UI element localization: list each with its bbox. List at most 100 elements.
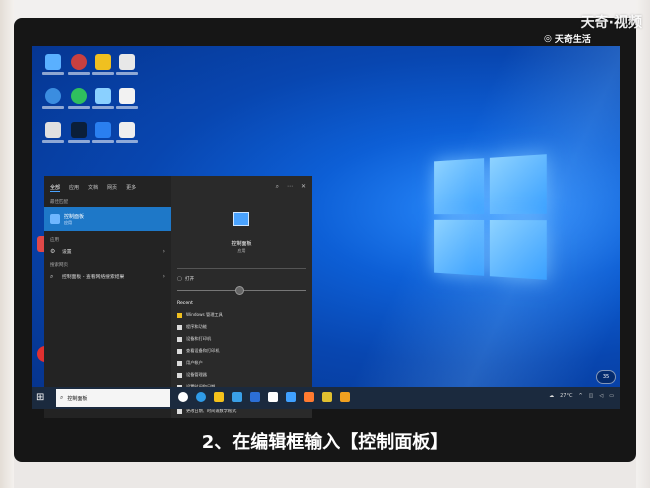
apps-item-label: 设置	[62, 249, 72, 255]
folder-icon	[177, 312, 182, 318]
shield-icon	[95, 122, 111, 138]
tab-web[interactable]: 网页	[107, 184, 117, 192]
desktop-icon[interactable]	[116, 122, 138, 143]
notification-icon[interactable]: ▭	[609, 393, 614, 399]
desktop-icon[interactable]	[92, 54, 114, 75]
network-icon	[45, 88, 61, 104]
desktop-icon[interactable]	[92, 122, 114, 143]
windows-logo	[434, 154, 547, 280]
recent-item[interactable]: 查看设备和打印机	[177, 348, 220, 354]
file-icon	[119, 122, 135, 138]
more-options-icon[interactable]: ⋯	[287, 183, 293, 191]
desktop-icon[interactable]	[68, 88, 90, 109]
recent-item[interactable]: 程序和功能	[177, 324, 207, 330]
tray-chevron-icon[interactable]: ^	[578, 393, 582, 399]
weather-icon[interactable]: ☁	[549, 393, 554, 399]
network-icon[interactable]: ◫	[589, 393, 594, 399]
preview-title: 控制面板	[231, 241, 252, 247]
app-icon[interactable]	[268, 392, 278, 402]
file-explorer-icon[interactable]	[214, 392, 224, 402]
open-action[interactable]: 打开	[185, 276, 194, 282]
logo-mark-icon: ◎	[544, 33, 552, 44]
app-icon	[71, 54, 87, 70]
recent-item[interactable]: 用户帐户	[177, 360, 203, 366]
preview-subtitle: 应用	[237, 248, 246, 253]
app-icon[interactable]	[340, 392, 350, 402]
close-icon[interactable]: ✕	[301, 183, 306, 191]
brand-logo: ◎ 天奇生活	[544, 32, 591, 46]
windows-start-icon[interactable]: ⊞	[36, 392, 44, 404]
web-search-label: 控制面板 - 查看网络搜索结果	[62, 274, 125, 280]
chat-icon	[71, 88, 87, 104]
windows-logo-pane	[434, 158, 485, 215]
recent-item[interactable]: 设备管理器	[177, 372, 207, 378]
app-icon[interactable]	[304, 392, 314, 402]
temperature-label: 27°C	[560, 393, 573, 399]
desktop-icon[interactable]	[92, 88, 114, 109]
control-panel-large-icon	[233, 212, 249, 226]
chevron-right-icon: ›	[162, 272, 165, 280]
taskbar-search-box[interactable]: ⌕ 控制面板	[56, 389, 170, 407]
desktop-icon[interactable]	[42, 88, 64, 109]
desktop-icon[interactable]	[68, 122, 90, 143]
search-input-value: 控制面板	[67, 395, 88, 402]
start-menu-search-panel: 全部 应用 文档 网页 更多 最佳匹配 控制面板 应用 应用 ⚙ 设置 › 搜索…	[44, 176, 312, 418]
wall-left	[0, 0, 14, 488]
taskbar-apps	[178, 392, 350, 402]
top-watermark: 天奇·视频	[580, 15, 642, 31]
region-icon	[177, 408, 182, 414]
desktop-icon[interactable]	[42, 54, 64, 75]
edge-icon[interactable]	[196, 392, 206, 402]
recycle-bin-icon	[45, 122, 61, 138]
desktop-icon[interactable]	[68, 54, 90, 75]
file-icon	[119, 54, 135, 70]
tab-more[interactable]: 更多	[126, 184, 136, 192]
gear-icon: ⚙	[50, 247, 56, 255]
taskbar: ⊞ ⌕ 控制面板 ☁ 27°C ^ ◫ ◁ ▭	[32, 387, 620, 409]
chevron-right-icon: ›	[162, 247, 165, 255]
control-panel-icon	[50, 214, 60, 224]
search-tabs: 全部 应用 文档 网页 更多	[50, 184, 136, 192]
recent-item[interactable]: 设备和打印机	[177, 336, 211, 342]
app-icon[interactable]	[322, 392, 332, 402]
printer-icon	[177, 348, 182, 354]
best-match-title: 控制面板	[64, 214, 85, 220]
web-heading: 搜索网页	[50, 263, 68, 268]
best-match-heading: 最佳匹配	[50, 200, 68, 205]
folder-icon	[95, 54, 111, 70]
wall-right	[636, 0, 650, 488]
recent-item[interactable]: Windows 管理工具	[177, 312, 223, 318]
search-icon: ⌕	[50, 272, 54, 280]
divider	[177, 268, 306, 269]
scroll-knob[interactable]	[235, 286, 244, 295]
store-icon[interactable]	[232, 392, 242, 402]
search-results-list: 全部 应用 文档 网页 更多 最佳匹配 控制面板 应用 应用 ⚙ 设置 › 搜索…	[44, 176, 171, 418]
volume-icon[interactable]: ◁	[599, 393, 603, 399]
app-icon	[95, 88, 111, 104]
user-icon	[177, 360, 182, 366]
result-preview-pane: ⌕ ⋯ ✕ 控制面板 应用 ▢ 打开 Recent Windows 管理工具 程…	[171, 176, 312, 418]
apps-heading: 应用	[50, 238, 59, 243]
monitor: 全部 应用 文档 网页 更多 最佳匹配 控制面板 应用 应用 ⚙ 设置 › 搜索…	[14, 18, 636, 462]
tab-all[interactable]: 全部	[50, 184, 61, 192]
desktop-icon[interactable]	[42, 122, 64, 143]
desktop-icon[interactable]	[116, 54, 138, 75]
task-view-icon[interactable]	[178, 392, 188, 402]
best-match-item[interactable]: 控制面板 应用	[44, 207, 171, 231]
web-search-item[interactable]: ⌕ 控制面板 - 查看网络搜索结果 ›	[44, 270, 171, 282]
best-match-subtitle: 应用	[64, 220, 72, 225]
desktop-icon[interactable]	[116, 88, 138, 109]
mail-icon[interactable]	[250, 392, 260, 402]
logo-text: 天奇生活	[554, 35, 591, 45]
windows-logo-pane	[489, 154, 547, 214]
step-caption: 2、在编辑框输入【控制面板】	[201, 432, 449, 453]
apps-item-settings[interactable]: ⚙ 设置 ›	[44, 245, 171, 257]
device-icon	[177, 372, 182, 378]
tab-apps[interactable]: 应用	[69, 184, 79, 192]
tab-documents[interactable]: 文档	[88, 184, 98, 192]
app-icon[interactable]	[286, 392, 296, 402]
feedback-icon[interactable]: ⌕	[276, 183, 279, 191]
recent-heading: Recent	[177, 301, 193, 306]
settings-icon	[177, 324, 182, 330]
windows-logo-pane	[434, 219, 485, 276]
